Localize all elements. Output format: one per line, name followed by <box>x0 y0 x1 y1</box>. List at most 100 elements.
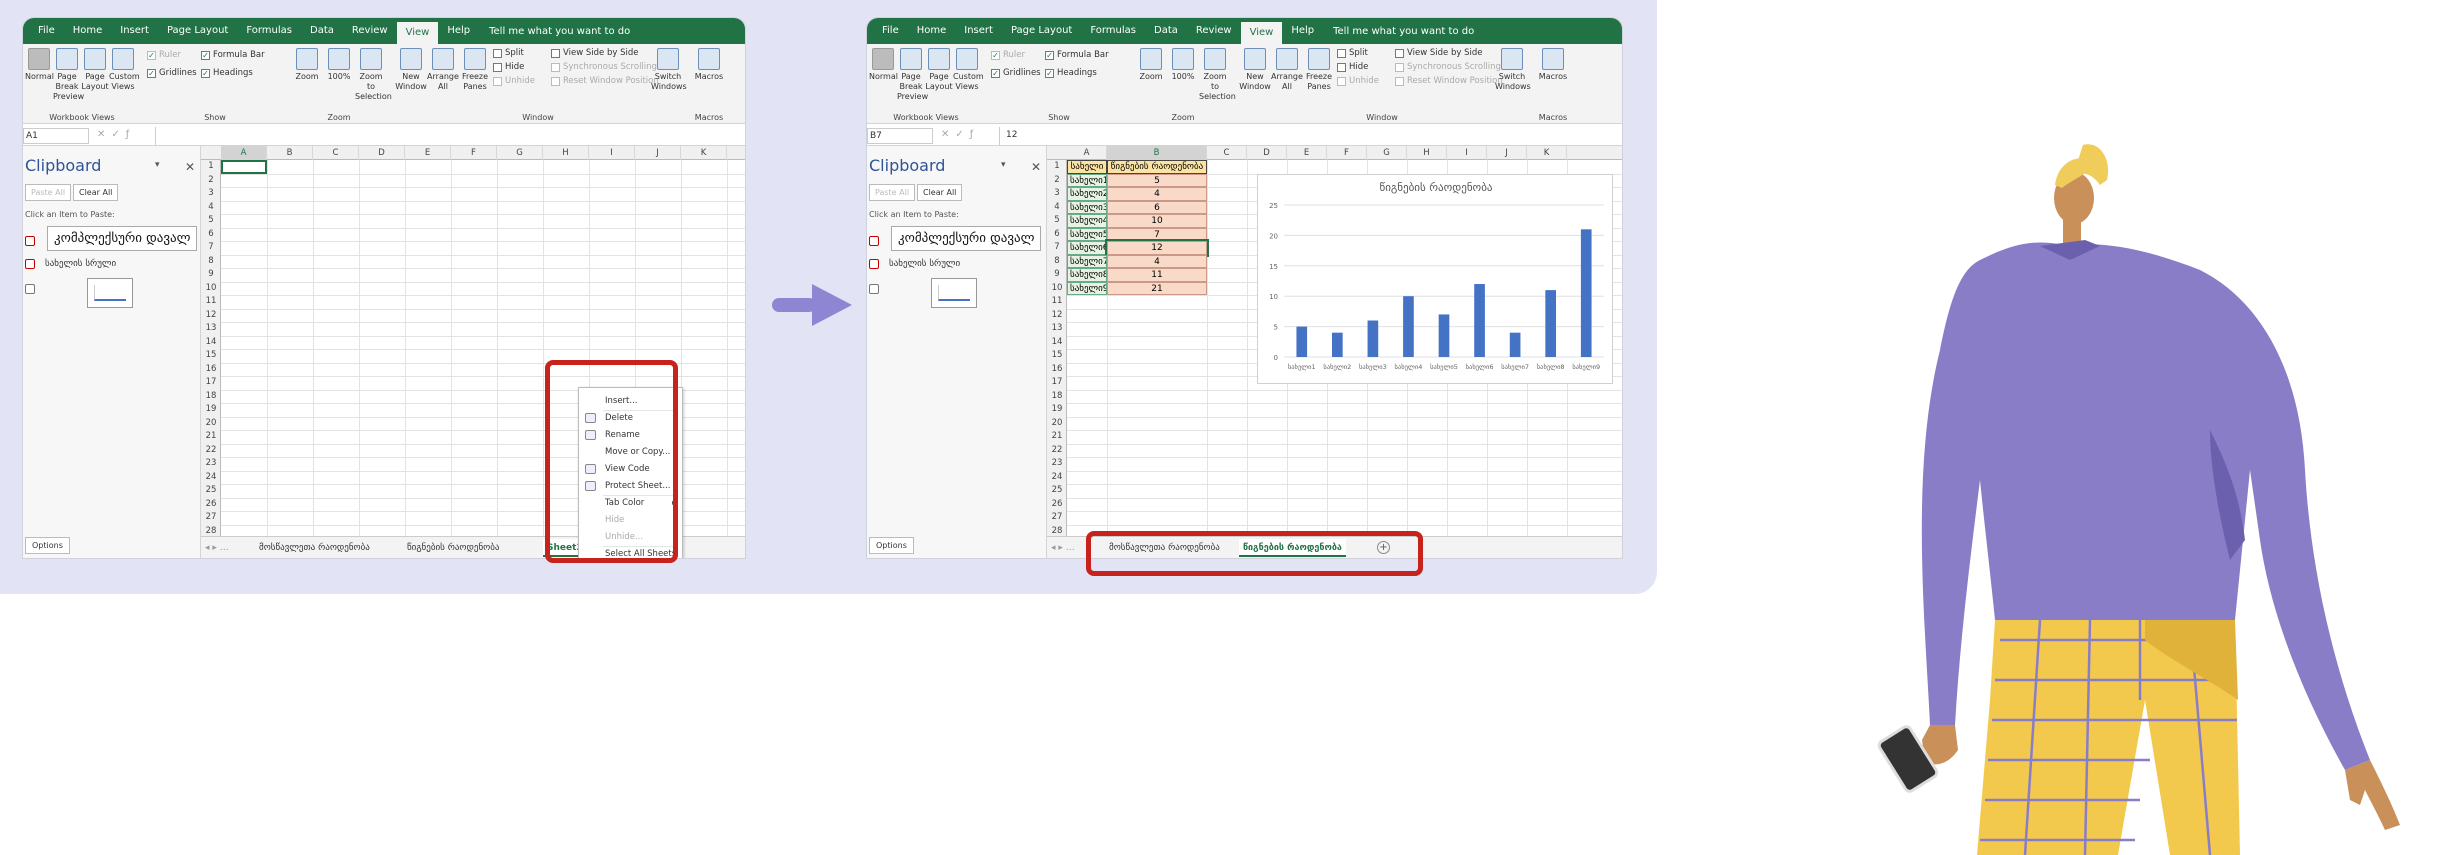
chart-bar[interactable] <box>1474 284 1485 357</box>
ribbon-tab-view[interactable]: View <box>1240 22 1283 44</box>
side-by-side-button[interactable]: View Side by Side <box>551 48 638 58</box>
row-header[interactable]: 13 <box>201 322 221 336</box>
chevron-down-icon[interactable]: ▾ <box>1001 160 1006 170</box>
row-header[interactable]: 24 <box>1047 471 1067 485</box>
column-header[interactable]: K <box>1527 146 1567 160</box>
show-checkbox[interactable]: ✓ Formula Bar <box>201 50 265 60</box>
row-header[interactable]: 13 <box>1047 322 1067 336</box>
row-header[interactable]: 14 <box>1047 336 1067 350</box>
row-header[interactable]: 21 <box>201 430 221 444</box>
window-button[interactable]: New Window <box>1239 48 1271 92</box>
chart-bar[interactable] <box>1438 314 1450 357</box>
row-header[interactable]: 26 <box>201 498 221 512</box>
table-cell-name[interactable]: სახელი6 <box>1067 241 1107 255</box>
row-header[interactable]: 18 <box>1047 390 1067 404</box>
macros-button[interactable]: Macros <box>1535 48 1571 82</box>
row-header[interactable]: 7 <box>201 241 221 255</box>
table-cell-books[interactable]: 11 <box>1107 268 1207 282</box>
row-header[interactable]: 6 <box>1047 228 1067 242</box>
chart-bar[interactable] <box>1403 296 1414 357</box>
row-header[interactable]: 19 <box>201 403 221 417</box>
row-header[interactable]: 10 <box>201 282 221 296</box>
show-checkbox[interactable]: ✓ Ruler <box>991 50 1025 60</box>
table-cell-name[interactable]: სახელი3 <box>1067 200 1107 214</box>
table-cell-books[interactable]: 4 <box>1107 187 1207 201</box>
row-header[interactable]: 26 <box>1047 498 1067 512</box>
table-cell-name[interactable]: სახელი7 <box>1067 254 1107 268</box>
row-header[interactable]: 18 <box>201 390 221 404</box>
chart-bar[interactable] <box>1367 320 1379 357</box>
zoom-button[interactable]: 100% <box>1167 48 1199 82</box>
ribbon-tab-home[interactable]: Home <box>64 18 112 44</box>
row-header[interactable]: 25 <box>201 484 221 498</box>
sheet-tab-books[interactable]: წიგნების რაოდენობა <box>407 539 499 557</box>
row-header[interactable]: 16 <box>1047 363 1067 377</box>
workbook-view-button[interactable]: Normal <box>869 48 898 82</box>
show-checkbox[interactable]: ✓ Headings <box>1045 68 1097 78</box>
row-header[interactable]: 2 <box>201 174 221 188</box>
chevron-down-icon[interactable]: ▾ <box>155 160 160 170</box>
ribbon-tab-insert[interactable]: Insert <box>111 18 158 44</box>
show-checkbox[interactable]: ✓ Formula Bar <box>1045 50 1109 60</box>
column-header[interactable]: A <box>221 146 267 160</box>
show-checkbox[interactable]: ✓ Headings <box>201 68 253 78</box>
row-header[interactable]: 1 <box>1047 160 1067 174</box>
column-header[interactable]: H <box>543 146 589 160</box>
clipboard-item-3-thumbnail[interactable] <box>931 278 977 308</box>
spreadsheet-grid[interactable]: A B C D E F G H I J K 1 2 3 4 5 6 7 8 9 10 11 12 13 14 15 16 17 18 19… <box>1047 146 1622 538</box>
ribbon-tab-review[interactable]: Review <box>1187 18 1241 44</box>
column-header[interactable]: I <box>1447 146 1487 160</box>
column-header[interactable]: H <box>1407 146 1447 160</box>
side-by-side-button[interactable]: Synchronous Scrolling <box>551 62 657 72</box>
column-header[interactable]: E <box>1287 146 1327 160</box>
close-icon[interactable]: ✕ <box>1031 160 1041 174</box>
row-header[interactable]: 4 <box>201 201 221 215</box>
ribbon-tab-help[interactable]: Help <box>1282 18 1323 44</box>
workbook-view-button[interactable]: Page Break Preview <box>53 48 84 102</box>
column-header[interactable]: G <box>497 146 543 160</box>
window-small-button[interactable]: Unhide <box>493 76 535 86</box>
row-header[interactable]: 22 <box>1047 444 1067 458</box>
table-cell-name[interactable]: სახელი8 <box>1067 268 1107 282</box>
ribbon-tab-formulas[interactable]: Formulas <box>1081 18 1145 44</box>
clipboard-item-1[interactable]: კომპლექსური დავალ <box>891 226 1042 251</box>
table-cell-books[interactable]: 10 <box>1107 214 1207 228</box>
ribbon-tab-data[interactable]: Data <box>1145 18 1187 44</box>
row-header[interactable]: 17 <box>1047 376 1067 390</box>
window-small-button[interactable]: Split <box>1337 48 1368 58</box>
row-header[interactable]: 22 <box>201 444 221 458</box>
column-header[interactable]: B <box>1107 146 1207 160</box>
row-header[interactable]: 6 <box>201 228 221 242</box>
clipboard-item-1[interactable]: კომპლექსური დავალ <box>47 226 198 251</box>
table-cell-name[interactable]: სახელი2 <box>1067 187 1107 201</box>
row-header[interactable]: 12 <box>1047 309 1067 323</box>
ribbon-tab-home[interactable]: Home <box>908 18 956 44</box>
table-cell-name[interactable]: სახელი4 <box>1067 214 1107 228</box>
column-header[interactable]: I <box>589 146 635 160</box>
row-header[interactable]: 5 <box>201 214 221 228</box>
row-header[interactable]: 27 <box>201 511 221 525</box>
column-header[interactable]: D <box>359 146 405 160</box>
formula-input[interactable] <box>155 127 745 145</box>
window-button[interactable]: Freeze Panes <box>459 48 491 92</box>
row-header[interactable]: 12 <box>201 309 221 323</box>
clipboard-item-2[interactable]: სახელის სრული <box>889 259 960 269</box>
row-header[interactable]: 14 <box>201 336 221 350</box>
chart-area[interactable]: წიგნების რაოდენობა 0 5 10 15 20 25 სახელი1 სახელ… <box>1257 174 1613 384</box>
row-header[interactable]: 17 <box>201 376 221 390</box>
row-header[interactable]: 3 <box>201 187 221 201</box>
side-by-side-button[interactable]: Synchronous Scrolling <box>1395 62 1501 72</box>
column-header[interactable]: D <box>1247 146 1287 160</box>
table-cell-name[interactable]: სახელი1 <box>1067 173 1107 187</box>
row-header[interactable]: 15 <box>1047 349 1067 363</box>
column-header[interactable]: C <box>313 146 359 160</box>
options-button[interactable]: Options <box>869 537 914 554</box>
name-box[interactable]: A1 <box>23 128 89 144</box>
row-header[interactable]: 23 <box>1047 457 1067 471</box>
tell-me-search[interactable]: Tell me what you want to do <box>489 26 630 37</box>
paste-all-button[interactable]: Paste All <box>25 184 72 201</box>
row-header[interactable]: 2 <box>1047 174 1067 188</box>
chart-bar[interactable] <box>1545 290 1556 357</box>
window-small-button[interactable]: Hide <box>493 62 524 72</box>
workbook-view-button[interactable]: Page Layout <box>925 48 953 92</box>
